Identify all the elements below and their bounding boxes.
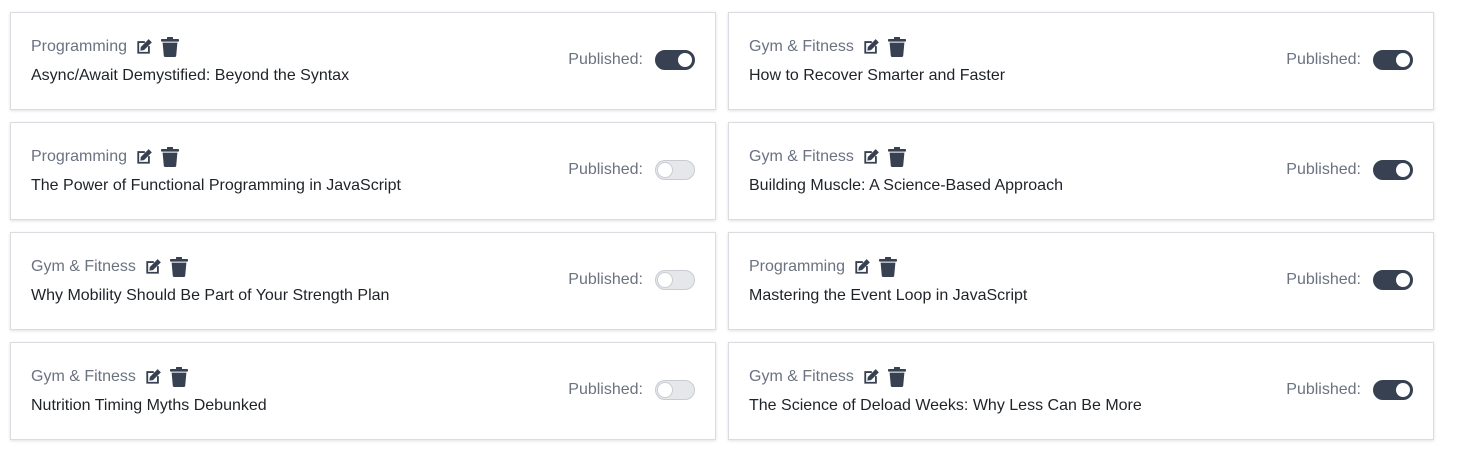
edit-icon[interactable] bbox=[133, 36, 155, 58]
toggle-knob bbox=[1396, 163, 1410, 177]
toggle-knob bbox=[1396, 53, 1410, 67]
trash-icon[interactable] bbox=[159, 146, 181, 168]
post-card: Gym & Fitness Building Muscle: A Science… bbox=[728, 122, 1434, 220]
trash-icon[interactable] bbox=[168, 366, 190, 388]
post-category: Programming bbox=[749, 258, 846, 275]
post-card-info: Gym & Fitness How to Recover Smarter and… bbox=[749, 35, 1005, 86]
post-card: Programming Async/Await Demystified: Bey… bbox=[10, 12, 716, 110]
post-card-info: Gym & Fitness The Science of Deload Week… bbox=[749, 365, 1142, 416]
post-card-info: Gym & Fitness Why Mobility Should Be Par… bbox=[31, 255, 389, 306]
post-title: The Science of Deload Weeks: Why Less Ca… bbox=[749, 397, 1142, 414]
post-title: Async/Await Demystified: Beyond the Synt… bbox=[31, 67, 350, 84]
published-toggle[interactable] bbox=[655, 160, 695, 180]
publish-control: Published: bbox=[1286, 270, 1413, 290]
toggle-knob bbox=[1396, 273, 1410, 287]
post-card-info: Gym & Fitness Building Muscle: A Science… bbox=[749, 145, 1063, 196]
post-category: Programming bbox=[31, 38, 128, 55]
published-toggle[interactable] bbox=[1373, 50, 1413, 70]
post-meta-row: Programming bbox=[749, 255, 1027, 279]
post-meta-row: Programming bbox=[31, 145, 401, 169]
post-title: Mastering the Event Loop in JavaScript bbox=[749, 287, 1028, 304]
toggle-knob bbox=[1396, 383, 1410, 397]
published-toggle[interactable] bbox=[655, 270, 695, 290]
post-meta-row: Gym & Fitness bbox=[749, 145, 1063, 169]
post-card-info: Programming The Power of Functional Prog… bbox=[31, 145, 401, 196]
published-label: Published: bbox=[1286, 51, 1361, 68]
post-title: Why Mobility Should Be Part of Your Stre… bbox=[31, 287, 390, 304]
trash-icon[interactable] bbox=[886, 146, 908, 168]
published-label: Published: bbox=[568, 271, 643, 288]
post-title: Building Muscle: A Science-Based Approac… bbox=[749, 177, 1063, 194]
edit-icon[interactable] bbox=[860, 146, 882, 168]
published-label: Published: bbox=[1286, 271, 1361, 288]
trash-icon[interactable] bbox=[886, 366, 908, 388]
edit-icon[interactable] bbox=[860, 36, 882, 58]
edit-icon[interactable] bbox=[851, 256, 873, 278]
published-label: Published: bbox=[568, 51, 643, 68]
publish-control: Published: bbox=[568, 380, 695, 400]
trash-icon[interactable] bbox=[168, 256, 190, 278]
post-card: Programming Mastering the Event Loop in … bbox=[728, 232, 1434, 330]
post-card: Gym & Fitness Nutrition Timing Myths Deb… bbox=[10, 342, 716, 440]
toggle-knob bbox=[678, 53, 692, 67]
trash-icon[interactable] bbox=[886, 36, 908, 58]
post-category: Gym & Fitness bbox=[749, 38, 854, 55]
published-toggle[interactable] bbox=[1373, 160, 1413, 180]
post-meta-row: Gym & Fitness bbox=[31, 255, 389, 279]
post-card: Programming The Power of Functional Prog… bbox=[10, 122, 716, 220]
post-card: Gym & Fitness How to Recover Smarter and… bbox=[728, 12, 1434, 110]
edit-icon[interactable] bbox=[860, 366, 882, 388]
post-title: The Power of Functional Programming in J… bbox=[31, 177, 401, 194]
published-label: Published: bbox=[1286, 381, 1361, 398]
published-label: Published: bbox=[568, 161, 643, 178]
post-grid: Programming Async/Await Demystified: Bey… bbox=[10, 12, 1434, 440]
trash-icon[interactable] bbox=[159, 36, 181, 58]
post-category: Gym & Fitness bbox=[31, 368, 136, 385]
post-card-info: Programming Async/Await Demystified: Bey… bbox=[31, 35, 349, 86]
post-title: Nutrition Timing Myths Debunked bbox=[31, 397, 267, 414]
post-category: Gym & Fitness bbox=[749, 148, 854, 165]
published-toggle[interactable] bbox=[655, 380, 695, 400]
publish-control: Published: bbox=[568, 270, 695, 290]
trash-icon[interactable] bbox=[877, 256, 899, 278]
toggle-knob bbox=[658, 163, 672, 177]
post-category: Gym & Fitness bbox=[749, 368, 854, 385]
post-card-info: Programming Mastering the Event Loop in … bbox=[749, 255, 1027, 306]
edit-icon[interactable] bbox=[142, 366, 164, 388]
post-category: Programming bbox=[31, 148, 128, 165]
post-card: Gym & Fitness The Science of Deload Week… bbox=[728, 342, 1434, 440]
published-toggle[interactable] bbox=[1373, 270, 1413, 290]
published-toggle[interactable] bbox=[1373, 380, 1413, 400]
publish-control: Published: bbox=[1286, 160, 1413, 180]
publish-control: Published: bbox=[1286, 380, 1413, 400]
edit-icon[interactable] bbox=[142, 256, 164, 278]
toggle-knob bbox=[658, 273, 672, 287]
published-label: Published: bbox=[568, 381, 643, 398]
post-meta-row: Gym & Fitness bbox=[749, 365, 1142, 389]
post-card: Gym & Fitness Why Mobility Should Be Par… bbox=[10, 232, 716, 330]
post-card-info: Gym & Fitness Nutrition Timing Myths Deb… bbox=[31, 365, 267, 416]
edit-icon[interactable] bbox=[133, 146, 155, 168]
post-title: How to Recover Smarter and Faster bbox=[749, 67, 1006, 84]
toggle-knob bbox=[658, 383, 672, 397]
publish-control: Published: bbox=[1286, 50, 1413, 70]
published-toggle[interactable] bbox=[655, 50, 695, 70]
post-meta-row: Programming bbox=[31, 35, 349, 59]
post-meta-row: Gym & Fitness bbox=[31, 365, 267, 389]
publish-control: Published: bbox=[568, 160, 695, 180]
post-meta-row: Gym & Fitness bbox=[749, 35, 1005, 59]
publish-control: Published: bbox=[568, 50, 695, 70]
post-category: Gym & Fitness bbox=[31, 258, 136, 275]
published-label: Published: bbox=[1286, 161, 1361, 178]
